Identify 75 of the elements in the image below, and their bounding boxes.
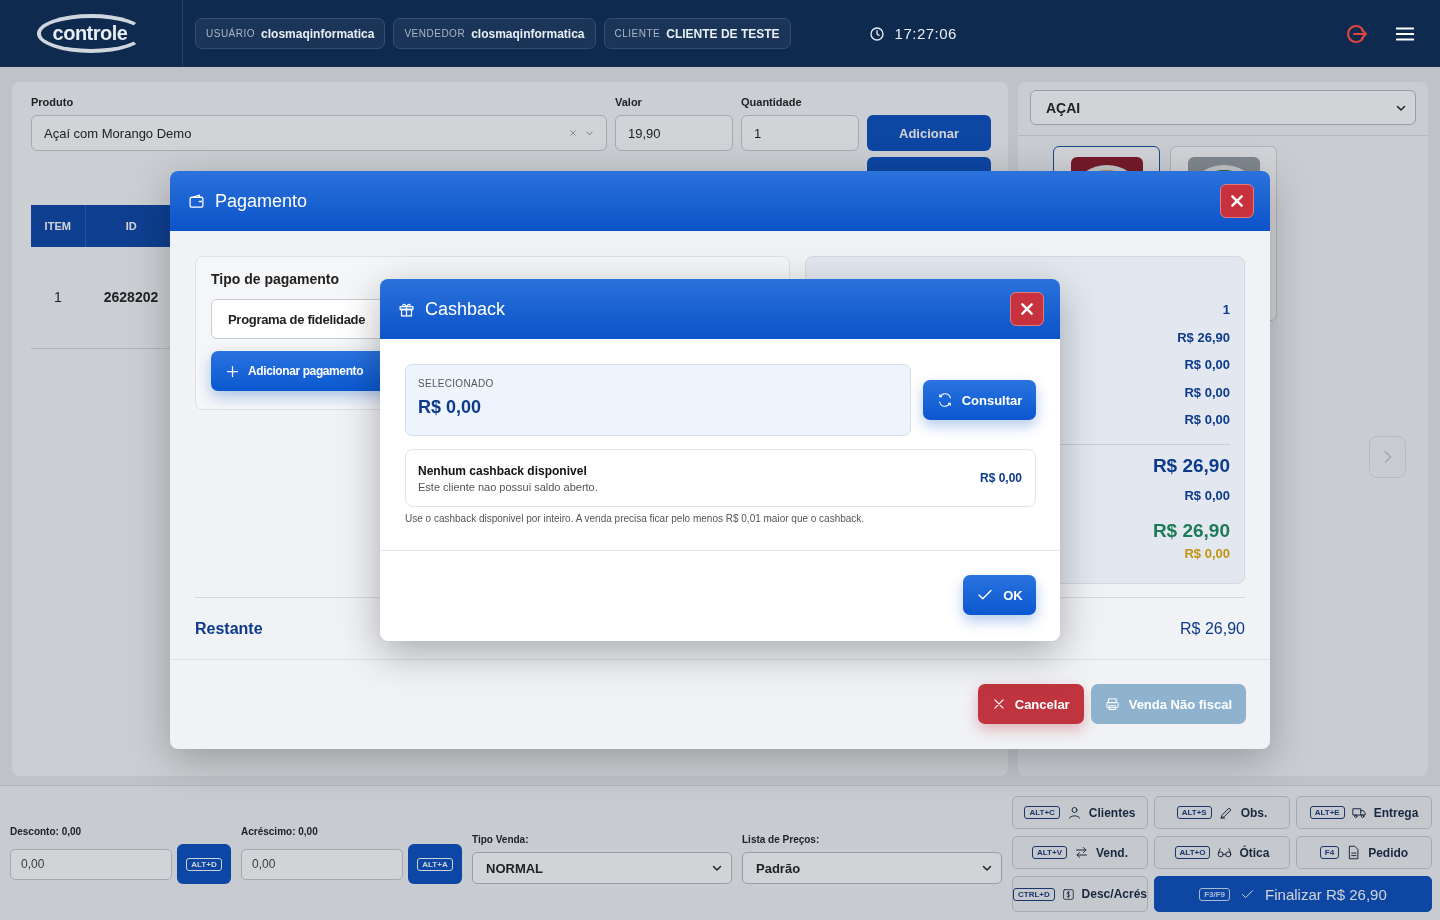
summary-value: 1 xyxy=(1222,302,1230,317)
selected-value: R$ 0,00 xyxy=(418,397,483,418)
consult-button[interactable]: Consultar xyxy=(923,380,1036,420)
product-select[interactable]: Açaí com Morango Demo xyxy=(31,115,607,151)
summary-value: R$ 26,90 xyxy=(1152,519,1230,542)
remaining-value: R$ 26,90 xyxy=(1180,619,1245,638)
field-label: Produto xyxy=(31,96,75,108)
select-field[interactable]: NORMAL xyxy=(472,852,732,884)
select-field[interactable]: Padrão xyxy=(742,852,1002,884)
badge-label: CLIENTE xyxy=(614,28,661,39)
wallet-icon xyxy=(188,192,205,210)
clock-icon xyxy=(868,25,885,42)
shortcut-button[interactable]: ALT+D xyxy=(177,844,231,884)
column-header: ITEM xyxy=(31,205,85,247)
summary-value: R$ 0,00 xyxy=(1184,546,1230,561)
badge-label: VENDEDOR xyxy=(404,28,466,39)
summary-value: R$ 0,00 xyxy=(1184,412,1230,427)
remaining-label: Restante xyxy=(195,619,263,638)
hint-text: Use o cashback disponivel por inteiro. A venda precisa ficar pelo menos R$ 0,01 maior que o cashback. xyxy=(405,513,866,524)
field-label: Quantidade xyxy=(741,96,803,108)
document-icon xyxy=(1346,845,1362,860)
input-field[interactable]: 0,00 xyxy=(10,848,172,880)
shortcut-button[interactable]: ALT+A xyxy=(408,844,462,884)
add-button[interactable]: Adicionar xyxy=(867,115,991,151)
field-label: Lista de Preços: xyxy=(742,834,821,845)
clock-time: 17:27:06 xyxy=(894,25,957,42)
badge-label: USUÁRIO xyxy=(206,28,256,39)
badge-value: closmaqinformatica xyxy=(471,26,585,41)
modal-title: Pagamento xyxy=(215,190,308,212)
dollar-icon xyxy=(1061,886,1075,902)
clear-icon xyxy=(569,128,577,137)
summary-value: R$ 0,00 xyxy=(1184,357,1230,372)
caret-icon xyxy=(585,128,594,138)
field-label: Desconto: 0,00 xyxy=(10,826,83,837)
printer-icon xyxy=(1104,696,1120,712)
field-label: Acréscimo: 0,00 xyxy=(241,826,319,837)
badge-value: closmaqinformatica xyxy=(261,26,375,41)
shortcut-button[interactable]: ALT+C Clientes xyxy=(1012,796,1148,829)
close-icon xyxy=(1019,301,1035,317)
summary-value: R$ 26,90 xyxy=(1177,329,1230,345)
shortcut-button[interactable]: ALT+E Entrega xyxy=(1296,796,1432,829)
field-label: Tipo de pagamento xyxy=(211,271,341,287)
truck-icon xyxy=(1351,805,1367,820)
badge-value: CLIENTE DE TESTE xyxy=(666,26,780,41)
plus-icon xyxy=(225,363,240,379)
shortcut-button[interactable]: ALT+V Vend. xyxy=(1012,836,1148,869)
refresh-icon xyxy=(936,392,953,408)
input-field[interactable]: 0,00 xyxy=(241,848,403,880)
close-button[interactable] xyxy=(1010,292,1044,326)
close-button[interactable] xyxy=(1220,184,1254,218)
pencil-icon xyxy=(1218,805,1234,820)
summary-value: R$ 0,00 xyxy=(1184,487,1230,503)
glasses-icon xyxy=(1217,845,1233,860)
user-icon xyxy=(1066,805,1082,820)
entry-amount: R$ 0,00 xyxy=(979,471,1022,485)
close-icon xyxy=(1229,193,1245,209)
cancel-button[interactable]: Cancelar xyxy=(977,684,1084,724)
shortcut-button[interactable]: ALT+S Obs. xyxy=(1154,796,1290,829)
close-icon xyxy=(991,697,1006,711)
entry-subtitle: Este cliente nao possui saldo aberto. xyxy=(418,480,598,493)
shortcut-button[interactable]: F4 Pedido xyxy=(1296,836,1432,869)
table-cell: 1 xyxy=(31,247,85,348)
summary-value: R$ 0,00 xyxy=(1184,384,1230,400)
shortcut-button[interactable]: CTRL+D Desc/Acrés xyxy=(1012,876,1148,912)
entry-title: Nenhum cashback disponivel xyxy=(418,463,588,478)
category-select[interactable]: AÇAI xyxy=(1030,90,1416,125)
input-field[interactable]: 19,90 xyxy=(615,115,733,151)
summary-value: R$ 26,90 xyxy=(1152,455,1230,477)
ok-button[interactable]: OK xyxy=(963,575,1036,615)
swap-arrows-icon xyxy=(1073,845,1089,860)
field-label: Valor xyxy=(615,96,643,108)
shortcut-button[interactable]: ALT+O Ótica xyxy=(1154,836,1290,869)
field-label: Tipo Venda: xyxy=(472,834,530,845)
input-field[interactable]: 1 xyxy=(741,115,859,151)
shortcut-button[interactable]: F3/F9 Finalizar R$ 26,90 xyxy=(1154,876,1432,912)
